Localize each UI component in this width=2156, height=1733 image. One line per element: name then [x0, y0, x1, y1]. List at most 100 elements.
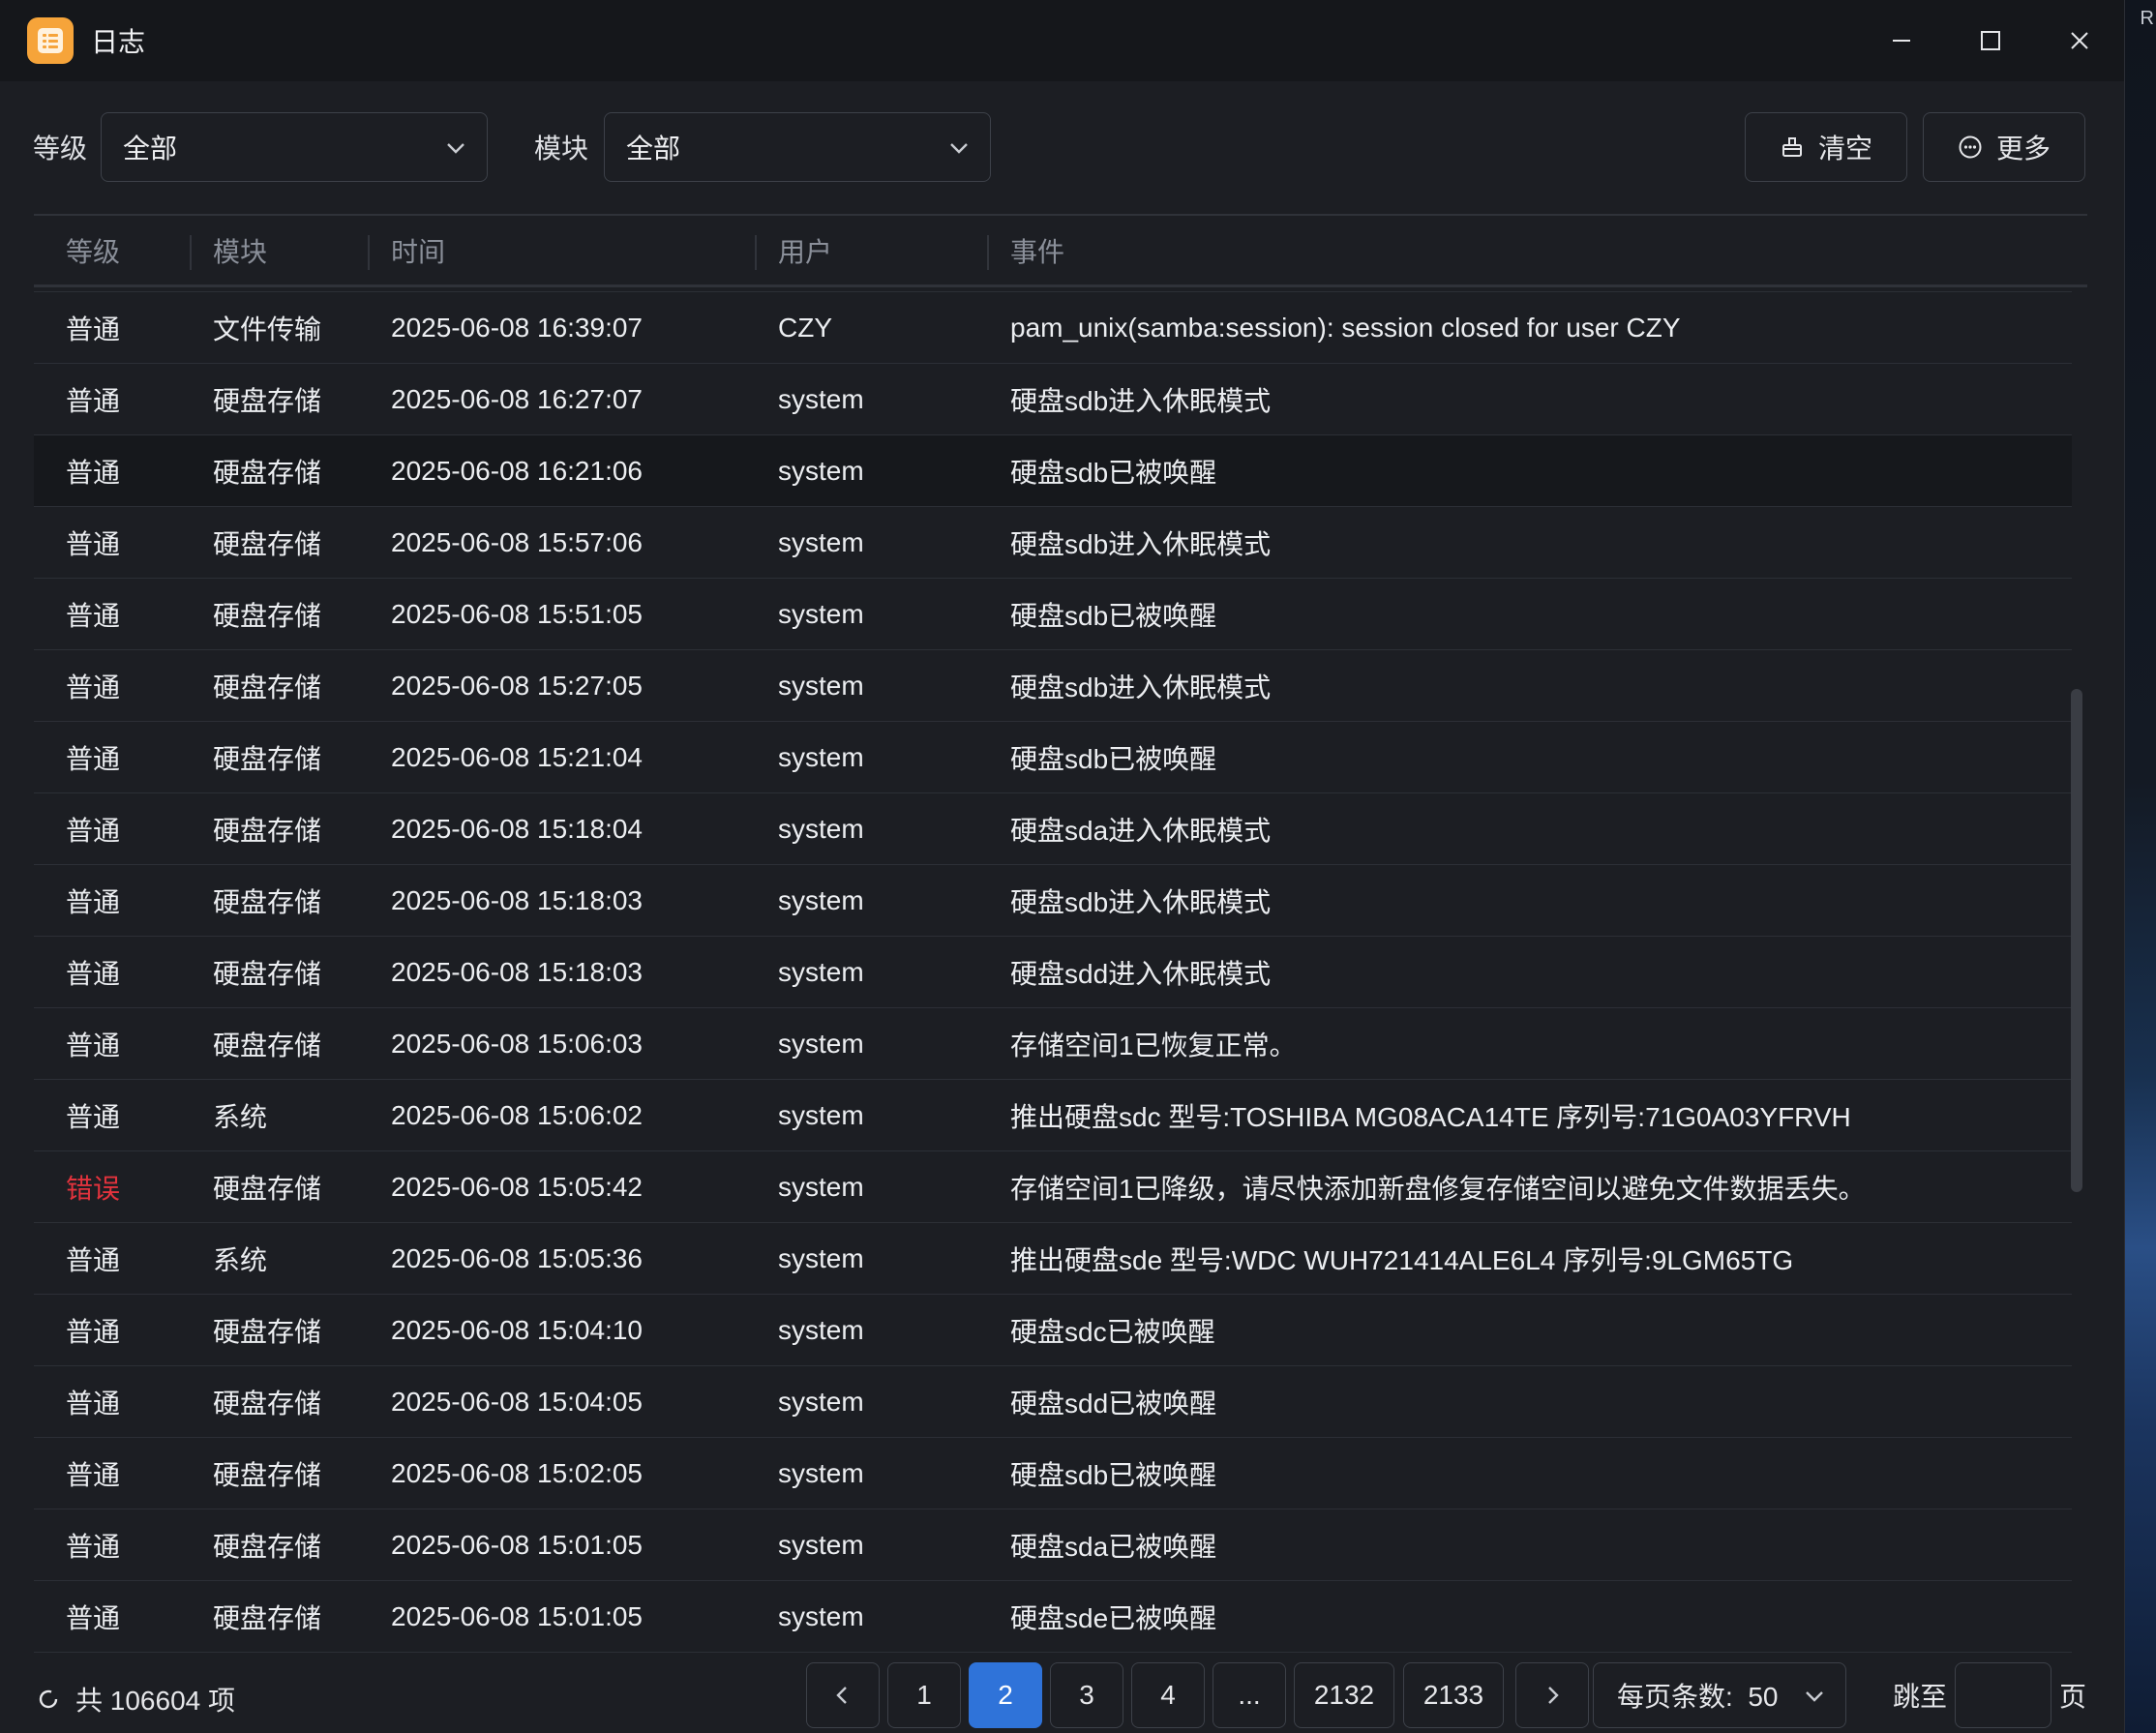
- table-row[interactable]: 普通 硬盘存储 2025-06-08 15:04:10 system 硬盘sdc已被唤醒: [34, 1295, 2072, 1366]
- column-header-level[interactable]: 等级: [66, 216, 120, 284]
- column-header-module[interactable]: 模块: [190, 216, 267, 284]
- table-row[interactable]: 普通 硬盘存储 2025-06-08 15:51:05 system 硬盘sdb已被唤醒: [34, 579, 2072, 650]
- maximize-icon: [1981, 31, 2000, 50]
- row-user: system: [778, 671, 864, 701]
- refresh-icon[interactable]: [35, 1686, 62, 1713]
- more-button[interactable]: 更多: [1923, 112, 2085, 182]
- page-button[interactable]: 3: [1050, 1662, 1123, 1728]
- row-level: 普通: [66, 887, 121, 917]
- window-title: 日志: [91, 27, 146, 57]
- row-event: 硬盘sdb已被唤醒: [1010, 458, 1217, 488]
- maximize-button[interactable]: [1946, 0, 2035, 81]
- row-module: 硬盘存储: [213, 1460, 322, 1490]
- row-event: 硬盘sdb进入休眠模式: [1010, 672, 1272, 702]
- row-module: 硬盘存储: [213, 887, 322, 917]
- table-row[interactable]: 普通 硬盘存储 2025-06-08 15:27:05 system 硬盘sdb进入休眠…: [34, 650, 2072, 722]
- row-time: 2025-06-08 16:39:07: [391, 313, 643, 343]
- level-filter-value: 全部: [123, 134, 178, 164]
- chevron-left-icon: [836, 1687, 847, 1704]
- row-event: pam_unix(samba:session): session closed …: [1010, 313, 1681, 343]
- row-user: system: [778, 1387, 864, 1417]
- page-button[interactable]: 1: [887, 1662, 961, 1728]
- row-module: 硬盘存储: [213, 529, 322, 559]
- window-controls: [1857, 0, 2124, 81]
- jump-page-input[interactable]: [1955, 1662, 2051, 1728]
- table-row[interactable]: 普通 硬盘存储 2025-06-08 15:18:03 system 硬盘sdb进入休眠…: [34, 865, 2072, 937]
- row-user: system: [778, 1530, 864, 1560]
- column-header-event[interactable]: 事件: [987, 216, 1064, 284]
- row-level: 普通: [66, 672, 121, 702]
- row-module: 硬盘存储: [213, 1174, 322, 1204]
- row-user: system: [778, 599, 864, 629]
- table-row[interactable]: 错误 硬盘存储 2025-06-08 15:05:42 system 存储空间1已降级，…: [34, 1151, 2072, 1223]
- module-filter-select[interactable]: 全部: [604, 112, 992, 182]
- table-row[interactable]: 普通 硬盘存储 2025-06-08 15:57:06 system 硬盘sdb进入休眠…: [34, 507, 2072, 579]
- log-table: 等级 模块 时间 用户 事件 普通 文件传输 2025-06-08 16:39:07…: [34, 214, 2087, 1653]
- close-button[interactable]: [2035, 0, 2124, 81]
- table-row[interactable]: 普通 硬盘存储 2025-06-08 15:04:05 system 硬盘sdd已被唤醒: [34, 1366, 2072, 1438]
- table-row[interactable]: 普通 文件传输 2025-06-08 16:39:07 CZY pam_unix(sam…: [34, 292, 2072, 364]
- table-row[interactable]: 普通 系统 2025-06-08 15:06:02 system 推出硬盘sdc 型号:…: [34, 1080, 2072, 1151]
- row-time: 2025-06-08 16:27:07: [391, 384, 643, 414]
- row-level: 普通: [66, 601, 121, 631]
- next-page-button[interactable]: [1515, 1662, 1589, 1728]
- page-button[interactable]: 4: [1131, 1662, 1205, 1728]
- table-row[interactable]: 普通 硬盘存储 2025-06-08 15:01:05 system 硬盘sda已被唤醒: [34, 1509, 2072, 1581]
- row-time: 2025-06-08 15:21:04: [391, 742, 643, 772]
- page-button[interactable]: 2132: [1294, 1662, 1394, 1728]
- table-row[interactable]: 普通 硬盘存储 2025-06-08 15:01:05 system 硬盘sde已被唤醒: [34, 1581, 2072, 1653]
- table-row[interactable]: 普通 系统 2025-06-08 15:05:36 system 推出硬盘sde 型号:…: [34, 1223, 2072, 1295]
- row-time: 2025-06-08 15:57:06: [391, 527, 643, 557]
- column-header-user[interactable]: 用户: [755, 216, 832, 284]
- table-row[interactable]: 普通 硬盘存储 2025-06-08 15:06:03 system 存储空间1已恢复正…: [34, 1008, 2072, 1080]
- table-row[interactable]: 普通 硬盘存储 2025-06-08 16:21:06 system 硬盘sdb已被唤醒: [34, 435, 2072, 507]
- prev-page-button[interactable]: [806, 1662, 880, 1728]
- desktop-background: R: [2125, 0, 2156, 1733]
- page-button[interactable]: 2133: [1403, 1662, 1504, 1728]
- table-body: 普通 文件传输 2025-06-08 16:39:07 CZY pam_unix(sam…: [34, 287, 2072, 1653]
- level-filter-select[interactable]: 全部: [101, 112, 489, 182]
- title-bar[interactable]: 日志: [0, 0, 2124, 81]
- table-row[interactable]: 普通 硬盘存储 2025-06-08 15:21:04 system 硬盘sdb已被唤醒: [34, 722, 2072, 793]
- table-row[interactable]: 普通 硬盘存储 2025-06-08 15:02:05 system 硬盘sdb已被唤醒: [34, 1438, 2072, 1509]
- table-row[interactable]: 普通 硬盘存储 2025-06-08 15:18:03 system 硬盘sdd进入休眠…: [34, 937, 2072, 1008]
- row-level: 普通: [66, 816, 121, 846]
- column-header-time[interactable]: 时间: [368, 216, 445, 284]
- row-module: 系统: [213, 1245, 268, 1275]
- row-event: 硬盘sdb已被唤醒: [1010, 1460, 1217, 1490]
- row-event: 硬盘sdd已被唤醒: [1010, 1389, 1217, 1419]
- page-suffix-label: 页: [2059, 1682, 2087, 1712]
- chevron-down-icon: [447, 143, 464, 154]
- row-time: 2025-06-08 15:06:02: [391, 1100, 643, 1130]
- minimize-icon: [1893, 40, 1910, 42]
- close-icon: [2071, 32, 2088, 49]
- row-event: 硬盘sdd进入休眠模式: [1010, 959, 1272, 989]
- row-module: 硬盘存储: [213, 959, 322, 989]
- vertical-scrollbar[interactable]: [2071, 689, 2082, 1192]
- row-module: 文件传输: [213, 314, 322, 344]
- row-module: 系统: [213, 1102, 268, 1132]
- row-user: system: [778, 1315, 864, 1345]
- broom-icon: [1782, 137, 1802, 157]
- chevron-down-icon: [950, 143, 968, 154]
- row-event: 硬盘sde已被唤醒: [1010, 1603, 1217, 1633]
- minimize-button[interactable]: [1857, 0, 1946, 81]
- table-row[interactable]: 普通 硬盘存储 2025-06-08 16:27:07 system 硬盘sdb进入休眠…: [34, 364, 2072, 435]
- row-level: 普通: [66, 959, 121, 989]
- table-row[interactable]: 普通 硬盘存储 2025-06-08 15:18:04 system 硬盘sda进入休眠…: [34, 793, 2072, 865]
- row-event: 硬盘sdc已被唤醒: [1010, 1317, 1215, 1347]
- row-module: 硬盘存储: [213, 744, 322, 774]
- row-time: 2025-06-08 15:04:05: [391, 1387, 643, 1417]
- page-button[interactable]: 2: [969, 1662, 1042, 1728]
- row-module: 硬盘存储: [213, 1603, 322, 1633]
- page-size-select[interactable]: 每页条数: 50: [1593, 1662, 1846, 1728]
- row-event: 硬盘sdb进入休眠模式: [1010, 529, 1272, 559]
- row-user: system: [778, 456, 864, 486]
- row-event: 硬盘sdb已被唤醒: [1010, 744, 1217, 774]
- row-level: 普通: [66, 1603, 121, 1633]
- clear-button[interactable]: 清空: [1745, 112, 1907, 182]
- row-time: 2025-06-08 15:18:04: [391, 814, 643, 844]
- row-level: 普通: [66, 1532, 121, 1562]
- page-ellipsis[interactable]: ...: [1213, 1662, 1286, 1728]
- row-level: 普通: [66, 1460, 121, 1490]
